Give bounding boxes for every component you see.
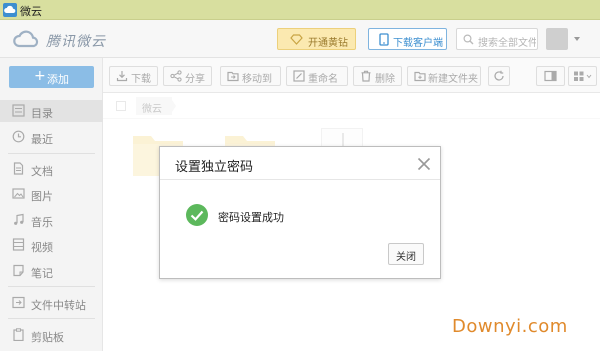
watermark: Downyi.com	[452, 316, 568, 337]
music-icon	[14, 213, 24, 225]
sidebar-divider	[8, 286, 95, 287]
add-button-label: 添加	[47, 73, 69, 86]
move-to-button[interactable]: 移动到	[220, 66, 281, 86]
window-title: 微云	[20, 5, 42, 18]
grid-icon	[574, 71, 592, 81]
edit-icon	[293, 70, 305, 82]
sidebar-item-label: 文件中转站	[31, 299, 86, 312]
sidebar-item-label: 音乐	[31, 216, 53, 229]
sidebar-item-notes[interactable]: 笔记	[0, 260, 103, 282]
download-client-label: 下载客户端	[393, 38, 443, 49]
share-icon	[170, 70, 182, 82]
sidebar-item-label: 文档	[31, 165, 53, 178]
avatar[interactable]	[546, 28, 568, 50]
rename-label: 重命名	[308, 74, 338, 85]
share-button[interactable]: 分享	[163, 66, 212, 86]
success-message: 密码设置成功	[218, 211, 284, 224]
transfer-icon	[12, 296, 25, 309]
window-titlebar: 微云	[0, 0, 600, 20]
open-vip-label: 开通黄钻	[308, 38, 348, 49]
diamond-icon	[290, 34, 303, 45]
refresh-icon	[494, 70, 504, 81]
grid-view-toggle[interactable]	[568, 66, 597, 86]
success-check-icon	[186, 204, 208, 226]
add-button[interactable]: + 添加	[9, 66, 94, 88]
sidebar-item-label: 最近	[31, 133, 53, 146]
sidebar-item-transfer[interactable]: 文件中转站	[0, 292, 103, 314]
toolbar: 下载 分享 移动到 重命名 删除 新建文件夹	[103, 58, 600, 93]
document-icon	[13, 162, 24, 175]
sidebar-item-clipboard[interactable]: 剪贴板	[0, 324, 103, 346]
new-folder-button[interactable]: 新建文件夹	[407, 66, 481, 86]
move-folder-icon	[227, 71, 239, 82]
list-icon	[12, 104, 25, 117]
note-icon	[13, 264, 24, 277]
search-input[interactable]: 搜索全部文件	[456, 28, 538, 50]
cloud-icon	[3, 3, 17, 17]
sidebar-item-label: 图片	[31, 190, 53, 203]
phone-icon	[379, 33, 389, 46]
sidebar-item-images[interactable]: 图片	[0, 183, 103, 205]
video-icon	[12, 238, 25, 251]
clipboard-icon	[13, 328, 24, 341]
brand-logo: 腾讯微云	[12, 28, 122, 50]
sidebar-item-directory[interactable]: 目录	[0, 100, 103, 122]
sidebar-item-music[interactable]: 音乐	[0, 209, 103, 231]
open-vip-button[interactable]: 开通黄钻	[277, 28, 356, 50]
download-button[interactable]: 下载	[109, 66, 158, 86]
dialog-close-button[interactable]: 关闭	[388, 243, 424, 265]
detail-view-toggle[interactable]	[536, 66, 565, 86]
trash-icon	[361, 70, 371, 82]
search-icon	[463, 34, 474, 45]
brand-name: 腾讯微云	[46, 34, 106, 50]
sidebar-divider	[8, 318, 95, 319]
close-icon[interactable]	[416, 156, 432, 172]
delete-label: 删除	[375, 74, 395, 85]
sidebar-item-label: 目录	[31, 107, 53, 120]
search-placeholder: 搜索全部文件	[478, 38, 536, 49]
new-folder-label: 新建文件夹	[428, 74, 478, 85]
sidebar: + 添加 目录 最近 文档 图片 音乐 视频 笔记 文件中转站 剪贴板	[0, 58, 103, 351]
delete-button[interactable]: 删除	[353, 66, 402, 86]
sidebar-divider	[8, 153, 95, 154]
panel-icon	[544, 70, 557, 82]
dialog-header: 设置独立密码	[160, 147, 440, 180]
chevron-down-icon[interactable]	[574, 37, 580, 41]
app-header: 腾讯微云 开通黄钻 下载客户端 搜索全部文件	[0, 20, 600, 58]
new-folder-icon	[414, 71, 426, 82]
rename-button[interactable]: 重命名	[286, 66, 348, 86]
sidebar-item-videos[interactable]: 视频	[0, 234, 103, 256]
share-label: 分享	[185, 74, 205, 85]
move-to-label: 移动到	[242, 74, 272, 85]
dialog-title: 设置独立密码	[175, 160, 254, 175]
download-client-button[interactable]: 下载客户端	[368, 28, 447, 50]
download-label: 下载	[131, 74, 151, 85]
sidebar-item-label: 笔记	[31, 267, 53, 280]
clock-icon	[12, 130, 25, 143]
sidebar-item-label: 视频	[31, 241, 53, 254]
image-icon	[12, 188, 25, 199]
plus-icon: +	[34, 68, 46, 84]
logo-cloud-icon	[13, 30, 39, 48]
download-icon	[116, 71, 128, 82]
refresh-button[interactable]	[488, 66, 510, 86]
password-dialog: 设置独立密码 密码设置成功 关闭	[159, 146, 441, 279]
sidebar-item-documents[interactable]: 文档	[0, 158, 103, 180]
sidebar-item-label: 剪贴板	[31, 331, 64, 344]
sidebar-item-recent[interactable]: 最近	[0, 126, 103, 148]
